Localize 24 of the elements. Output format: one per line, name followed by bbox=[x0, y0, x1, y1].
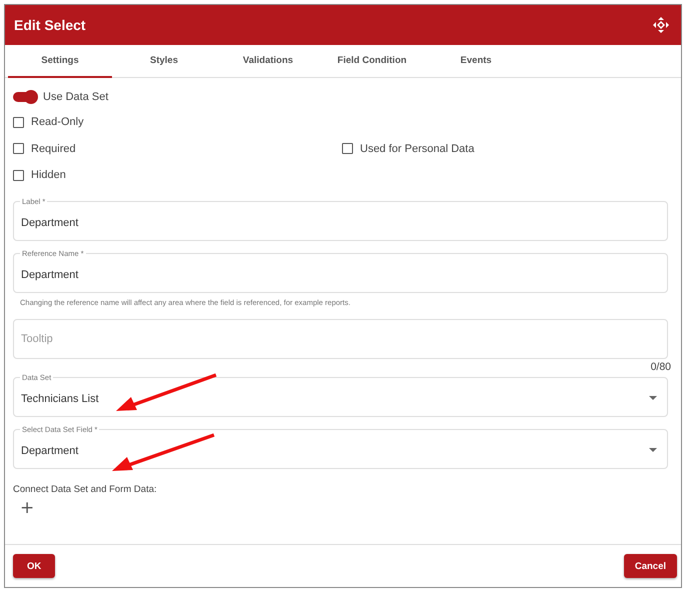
tab[interactable]: Field Condition bbox=[320, 45, 424, 78]
checkbox-label: Required bbox=[31, 142, 76, 155]
checkbox-label: Hidden bbox=[31, 169, 66, 182]
dialog-button[interactable]: Cancel bbox=[624, 554, 677, 578]
character-counter: 0/80 bbox=[650, 360, 671, 372]
tab[interactable]: Events bbox=[424, 45, 528, 78]
checkbox[interactable] bbox=[13, 143, 24, 154]
caret-icon bbox=[649, 396, 657, 400]
window-title: Edit Select bbox=[14, 17, 86, 33]
checkbox[interactable] bbox=[13, 116, 24, 128]
move-icon[interactable] bbox=[653, 17, 669, 33]
checkbox[interactable] bbox=[342, 143, 353, 154]
dialog-button[interactable]: OK bbox=[13, 554, 56, 578]
caret-icon bbox=[649, 448, 657, 452]
section-label: Connect Data Set and Form Data: bbox=[13, 484, 158, 494]
checkbox[interactable] bbox=[13, 170, 24, 181]
checkbox-label: Used for Personal Data bbox=[360, 142, 474, 155]
add-button[interactable]: + bbox=[20, 498, 34, 518]
checkbox-label: Read-Only bbox=[31, 116, 84, 128]
tab[interactable]: Validations bbox=[216, 45, 320, 78]
toggle-label: Use Data Set bbox=[43, 91, 108, 103]
tab[interactable]: Settings bbox=[8, 45, 112, 78]
tab[interactable]: Styles bbox=[112, 45, 216, 78]
toggle-switch[interactable] bbox=[13, 92, 37, 102]
